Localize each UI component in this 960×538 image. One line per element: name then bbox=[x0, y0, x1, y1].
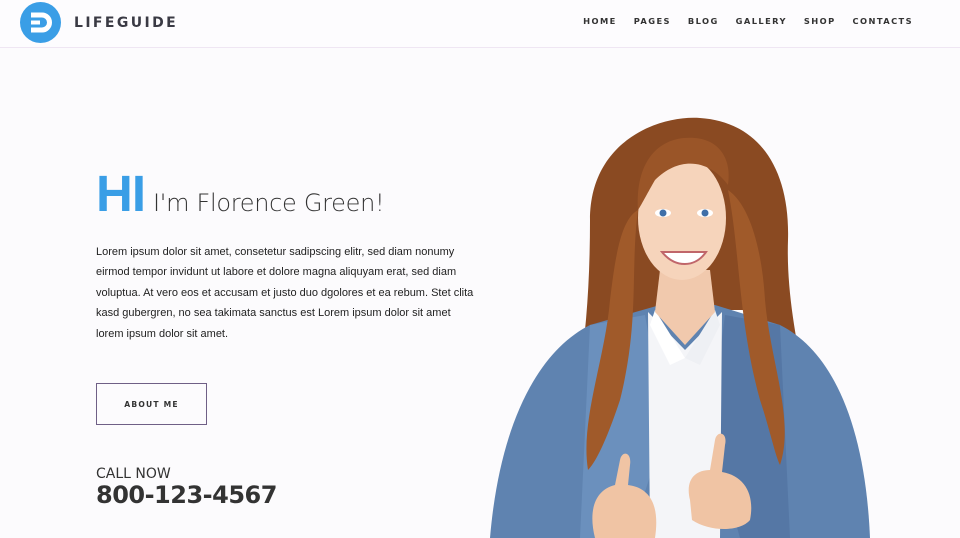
nav-item-contacts[interactable]: CONTACTS bbox=[853, 16, 913, 26]
hero-bio: Lorem ipsum dolor sit amet, consetetur s… bbox=[96, 246, 474, 340]
brand-logo[interactable]: LIFEGUIDE bbox=[20, 2, 178, 43]
nav-item-home[interactable]: HOME bbox=[583, 16, 617, 26]
nav-item-gallery[interactable]: GALLERY bbox=[736, 16, 787, 26]
nav-item-shop[interactable]: SHOP bbox=[804, 16, 836, 26]
call-now-label: CALL NOW bbox=[96, 466, 171, 482]
about-me-button[interactable]: ABOUT ME bbox=[96, 383, 207, 425]
portrait-image bbox=[490, 117, 870, 538]
site-header: LIFEGUIDE HOME PAGES BLOG GALLERY SHOP C… bbox=[0, 0, 960, 48]
nav-item-pages[interactable]: PAGES bbox=[634, 16, 671, 26]
hero-heading: HI I'm Florence Green! bbox=[96, 165, 385, 222]
hero-greeting: HI bbox=[96, 165, 146, 222]
logo-icon bbox=[20, 2, 61, 43]
phone-number[interactable]: 800-123-4567 bbox=[96, 481, 277, 509]
brand-name: LIFEGUIDE bbox=[74, 14, 179, 31]
nav-item-blog[interactable]: BLOG bbox=[688, 16, 719, 26]
main-nav: HOME PAGES BLOG GALLERY SHOP CONTACTS bbox=[566, 16, 913, 26]
hero-name: I'm Florence Green! bbox=[153, 189, 385, 217]
